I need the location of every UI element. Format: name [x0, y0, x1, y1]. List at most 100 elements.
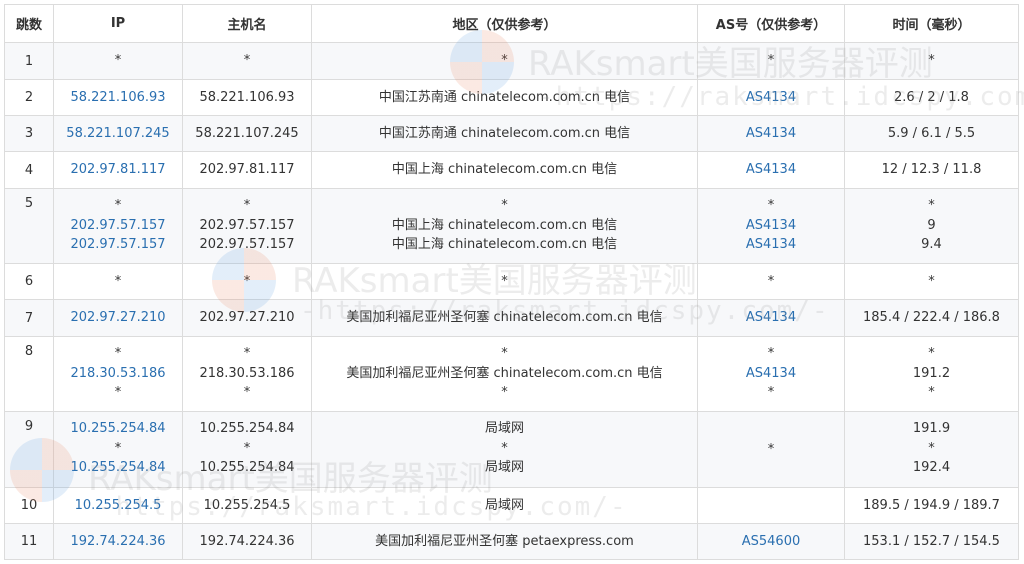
ip-link[interactable]: 58.221.106.93: [54, 88, 182, 108]
region-cell: *: [311, 263, 698, 300]
time-cell: * 191.2 *: [844, 336, 1019, 412]
cell-value: *: [501, 385, 508, 400]
hostname-cell: 192.74.224.36: [182, 523, 312, 560]
cell-lines: * AS4134 *: [698, 337, 844, 403]
time-cell: 12 / 12.3 / 11.8: [844, 151, 1019, 189]
as-cell: AS4134: [697, 299, 845, 337]
cell-lines: 局域网 * 局域网: [312, 412, 697, 478]
hostname-cell: 58.221.107.245: [182, 115, 312, 152]
cell-lines: 美国加利福尼亚州圣何塞 petaexpress.com: [312, 532, 697, 552]
cell-lines: *: [698, 51, 844, 71]
cell-value: *: [928, 198, 935, 213]
cell-lines: 58.221.107.245: [183, 124, 311, 144]
as-link[interactable]: AS4134: [698, 124, 844, 144]
cell-lines: 58.221.106.93: [54, 88, 182, 108]
time-cell: 185.4 / 222.4 / 186.8: [844, 299, 1019, 337]
as-cell: *: [697, 411, 845, 488]
time-cell: * 9 9.4: [844, 188, 1019, 264]
cell-value: 192.4: [912, 460, 951, 475]
cell-lines: * 中国上海 chinatelecom.com.cn 电信 中国上海 chinate…: [312, 189, 697, 255]
hostname-cell: * 218.30.53.186 *: [182, 336, 312, 412]
ip-cell: 202.97.81.117: [53, 151, 183, 189]
region-cell: * 中国上海 chinatelecom.com.cn 电信 中国上海 chinate…: [311, 188, 698, 264]
cell-lines: * 191.2 *: [845, 337, 1018, 403]
cell-value: 189.5 / 194.9 / 189.7: [863, 497, 1000, 513]
region-cell: 美国加利福尼亚州圣何塞 chinatelecom.com.cn 电信: [311, 299, 698, 337]
as-link[interactable]: AS54600: [698, 532, 844, 552]
as-link[interactable]: AS4134: [698, 216, 844, 236]
region-cell: 中国上海 chinatelecom.com.cn 电信: [311, 151, 698, 189]
ip-link[interactable]: 202.97.57.157: [54, 216, 182, 236]
table-row: 8 * 218.30.53.186 * * 218.30.53.186 * * 美国加利福尼亚州…: [4, 336, 1019, 412]
cell-lines: * 218.30.53.186 *: [54, 337, 182, 403]
cell-value: 中国上海 chinatelecom.com.cn 电信: [391, 217, 618, 233]
as-link[interactable]: AS4134: [698, 88, 844, 108]
hop-cell: 1: [4, 42, 54, 80]
ip-link[interactable]: 10.255.254.84: [54, 419, 182, 439]
as-link[interactable]: AS4134: [698, 235, 844, 255]
table-row: 10 10.255.254.5 10.255.254.5 局域网 189.5 / 194…: [4, 487, 1019, 524]
cell-lines: 中国江苏南通 chinatelecom.com.cn 电信: [312, 88, 697, 108]
cell-lines: 153.1 / 152.7 / 154.5: [845, 532, 1018, 552]
cell-lines: *: [698, 440, 844, 460]
header-time-ms: 时间（毫秒）: [844, 4, 1019, 43]
as-cell: AS4134: [697, 151, 845, 189]
ip-link[interactable]: 10.255.254.84: [54, 458, 182, 478]
cell-lines: 192.74.224.36: [54, 532, 182, 552]
region-cell: 美国加利福尼亚州圣何塞 petaexpress.com: [311, 523, 698, 560]
time-cell: 2.6 / 2 / 1.8: [844, 79, 1019, 116]
ip-link[interactable]: 10.255.254.5: [54, 496, 182, 516]
cell-value: 12 / 12.3 / 11.8: [881, 162, 982, 178]
ip-link[interactable]: 58.221.107.245: [54, 124, 182, 144]
as-link[interactable]: AS4134: [698, 308, 844, 328]
cell-lines: AS4134: [698, 160, 844, 180]
cell-lines: 10.255.254.5: [183, 496, 311, 516]
cell-lines: 5.9 / 6.1 / 5.5: [845, 124, 1018, 144]
cell-value: 9: [927, 217, 936, 233]
cell-lines: 局域网: [312, 496, 697, 516]
as-cell: * AS4134 *: [697, 336, 845, 412]
hostname-cell: 10.255.254.84 * 10.255.254.84: [182, 411, 312, 488]
table-header-row: 跳数 IP 主机名 地区（仅供参考） AS号（仅供参考） 时间（毫秒）: [4, 4, 1019, 43]
table-row: 11 192.74.224.36 192.74.224.36 美国加利福尼亚州圣何塞 …: [4, 523, 1019, 560]
cell-lines: 185.4 / 222.4 / 186.8: [845, 308, 1018, 328]
header-region: 地区（仅供参考）: [311, 4, 698, 43]
as-link[interactable]: AS4134: [698, 364, 844, 384]
cell-value: 58.221.106.93: [199, 89, 295, 105]
table-row: 1 * * * * *: [4, 42, 1019, 80]
hostname-cell: 202.97.81.117: [182, 151, 312, 189]
cell-value: [698, 496, 844, 516]
ip-link[interactable]: 202.97.57.157: [54, 235, 182, 255]
cell-value: *: [243, 346, 251, 361]
cell-value: 中国江苏南通 chinatelecom.com.cn 电信: [378, 125, 631, 141]
ip-link[interactable]: 192.74.224.36: [54, 532, 182, 552]
ip-link[interactable]: 202.97.27.210: [54, 308, 182, 328]
cell-value: *: [114, 198, 122, 213]
cell-lines: * 美国加利福尼亚州圣何塞 chinatelecom.com.cn 电信 *: [312, 337, 697, 403]
as-cell: *: [697, 263, 845, 300]
cell-value: *: [928, 273, 935, 289]
cell-value: *: [928, 440, 935, 456]
cell-lines: AS54600: [698, 532, 844, 552]
cell-value: 10.255.254.84: [199, 421, 295, 436]
hop-cell: 11: [4, 523, 54, 560]
ip-link[interactable]: 202.97.81.117: [54, 160, 182, 180]
cell-lines: *: [312, 272, 697, 292]
cell-lines: AS4134: [698, 124, 844, 144]
ip-cell: 58.221.107.245: [53, 115, 183, 152]
ip-cell: * 202.97.57.157 202.97.57.157: [53, 188, 183, 264]
cell-lines: 10.255.254.84 * 10.255.254.84: [54, 412, 182, 478]
hop-cell: 6: [4, 263, 54, 300]
ip-cell: 10.255.254.84 * 10.255.254.84: [53, 411, 183, 488]
as-link[interactable]: AS4134: [698, 160, 844, 180]
table-row: 3 58.221.107.245 58.221.107.245 中国江苏南通 chin…: [4, 115, 1019, 152]
ip-link[interactable]: 218.30.53.186: [54, 364, 182, 384]
cell-value: *: [114, 346, 122, 361]
header-ip: IP: [53, 4, 183, 43]
region-cell: *: [311, 42, 698, 80]
as-cell: AS4134: [697, 79, 845, 116]
cell-lines: 中国江苏南通 chinatelecom.com.cn 电信: [312, 124, 697, 144]
cell-lines: * AS4134 AS4134: [698, 189, 844, 255]
hostname-cell: 202.97.27.210: [182, 299, 312, 337]
as-cell: [697, 487, 845, 524]
